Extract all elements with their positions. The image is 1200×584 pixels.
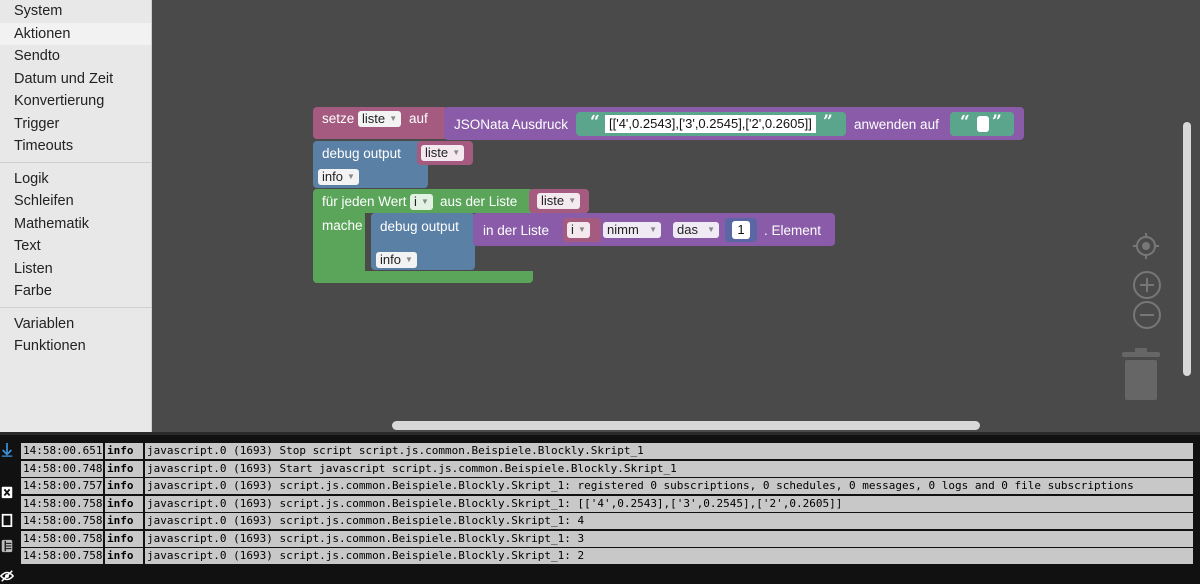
log-row: 14:58:00.758 info javascript.0 (1693) scri… <box>21 495 1193 514</box>
log-row: 14:58:00.651 info javascript.0 (1693) Stop… <box>21 443 1193 461</box>
clear-log-icon[interactable] <box>0 485 14 499</box>
getitem-where-dropdown[interactable]: das ▼ <box>673 222 719 238</box>
debug1-level-dropdown[interactable]: info ▼ <box>318 169 359 185</box>
trash-icon[interactable] <box>1120 348 1164 404</box>
getitem-index-field[interactable]: 1 <box>732 221 750 239</box>
log-message: javascript.0 (1693) script.js.common.Bei… <box>145 548 1193 564</box>
log-row: 14:58:00.758 info javascript.0 (1693) scri… <box>21 530 1193 549</box>
copy-icon[interactable] <box>0 513 14 527</box>
toolbox-category-datum-und-zeit[interactable]: Datum und Zeit <box>0 68 151 91</box>
toolbox-category-schleifen[interactable]: Schleifen <box>0 190 151 213</box>
log-time: 14:58:00.651 <box>21 443 103 459</box>
debug1-label: debug output <box>322 146 401 161</box>
getitem-mode-dropdown[interactable]: nimm ▼ <box>603 222 661 238</box>
getitem-variable-dropdown[interactable]: i ▼ <box>567 222 590 238</box>
log-time: 14:58:00.758 <box>21 530 103 547</box>
log-table: 14:58:00.651 info javascript.0 (1693) Stop… <box>21 443 1193 566</box>
toolbox-category-sendto[interactable]: Sendto <box>0 45 151 68</box>
foreach-do-label: mache <box>322 218 363 233</box>
debug2-label: debug output <box>380 219 459 234</box>
log-time: 14:58:00.758 <box>21 513 103 529</box>
log-level: info <box>105 513 143 529</box>
log-row: 14:58:00.748 info javascript.0 (1693) Star… <box>21 460 1193 479</box>
toolbox-category-logik[interactable]: Logik <box>0 168 151 191</box>
toolbox-separator <box>0 306 151 308</box>
log-time: 14:58:00.757 <box>21 478 103 494</box>
target-icon[interactable] <box>1132 232 1160 260</box>
apply-input-field[interactable] <box>977 116 989 132</box>
log-message: javascript.0 (1693) Start javascript scr… <box>145 460 1193 477</box>
log-message: javascript.0 (1693) script.js.common.Bei… <box>145 530 1193 547</box>
zoom-in-icon[interactable] <box>1132 270 1162 300</box>
toolbox-category-funktionen[interactable]: Funktionen <box>0 335 151 358</box>
log-level: info <box>105 548 143 564</box>
jsonata-apply-label: anwenden auf <box>854 117 939 132</box>
toolbox-category-listen[interactable]: Listen <box>0 258 151 281</box>
close-quote-icon: ” <box>823 112 833 132</box>
log-message: javascript.0 (1693) script.js.common.Bei… <box>145 478 1193 494</box>
debug2-level-dropdown[interactable]: info ▼ <box>376 252 417 268</box>
log-message: javascript.0 (1693) script.js.common.Bei… <box>145 513 1193 529</box>
getitem-suffix-label: . Element <box>764 223 822 238</box>
zoom-out-icon[interactable] <box>1132 300 1162 330</box>
log-panel: 14:58:00.651 info javascript.0 (1693) Stop… <box>0 432 1200 584</box>
toolbox-category-variablen[interactable]: Variablen <box>0 313 151 336</box>
log-time: 14:58:00.748 <box>21 460 103 477</box>
jsonata-label: JSONata Ausdruck <box>454 117 569 132</box>
foreach-list-dropdown[interactable]: liste ▼ <box>537 193 581 209</box>
log-level: info <box>105 495 143 512</box>
log-time: 14:58:00.758 <box>21 548 103 564</box>
log-message: javascript.0 (1693) Stop script script.j… <box>145 443 1193 459</box>
toolbox-category-timeouts[interactable]: Timeouts <box>0 135 151 158</box>
log-level: info <box>105 478 143 494</box>
foreach-label: für jeden Wert <box>322 194 407 209</box>
debug1-variable-dropdown[interactable]: liste ▼ <box>421 145 465 161</box>
open-quote-icon: “ <box>590 112 600 132</box>
log-row: 14:58:00.757 info javascript.0 (1693) scri… <box>21 478 1193 496</box>
set-to-label: auf <box>409 111 428 126</box>
toolbox-category-mathematik[interactable]: Mathematik <box>0 213 151 236</box>
horizontal-scrollbar[interactable] <box>392 421 980 430</box>
toolbox-category-text[interactable]: Text <box>0 235 151 258</box>
log-row: 14:58:00.758 info javascript.0 (1693) scri… <box>21 548 1193 566</box>
set-variable-dropdown[interactable]: liste ▼ <box>358 111 402 127</box>
log-time: 14:58:00.758 <box>21 495 103 512</box>
columns-icon[interactable] <box>0 539 14 553</box>
log-level: info <box>105 443 143 459</box>
jsonata-expression-field[interactable]: [['4',0.2543],['3',0.2545],['2',0.2605]] <box>605 115 816 133</box>
foreach-variable-dropdown[interactable]: i ▼ <box>410 194 433 210</box>
blockly-toolbox: System Aktionen Sendto Datum und Zeit Konver… <box>0 0 152 432</box>
blockly-workspace[interactable]: setze liste ▼ auf JSONata Ausdruck “ [['4… <box>152 0 1200 432</box>
toolbox-category-trigger[interactable]: Trigger <box>0 113 151 136</box>
arrow-down-icon[interactable] <box>0 443 14 457</box>
toolbox-separator <box>0 161 151 163</box>
log-level: info <box>105 460 143 477</box>
getitem-label: in der Liste <box>483 223 550 238</box>
foreach-from-label: aus der Liste <box>440 194 518 209</box>
log-level: info <box>105 530 143 547</box>
apply-close-quote-icon: ” <box>992 112 1002 132</box>
vertical-scrollbar[interactable] <box>1183 122 1191 376</box>
set-label: setze <box>322 111 355 126</box>
toolbox-category-system[interactable]: System <box>0 0 151 23</box>
log-row: 14:58:00.758 info javascript.0 (1693) scri… <box>21 513 1193 531</box>
apply-open-quote-icon: “ <box>960 112 970 132</box>
log-message: javascript.0 (1693) script.js.common.Bei… <box>145 495 1193 512</box>
toolbox-category-konvertierung[interactable]: Konvertierung <box>0 90 151 113</box>
hide-icon[interactable] <box>0 569 14 583</box>
toolbox-category-farbe[interactable]: Farbe <box>0 280 151 303</box>
toolbox-category-aktionen[interactable]: Aktionen <box>0 22 151 45</box>
